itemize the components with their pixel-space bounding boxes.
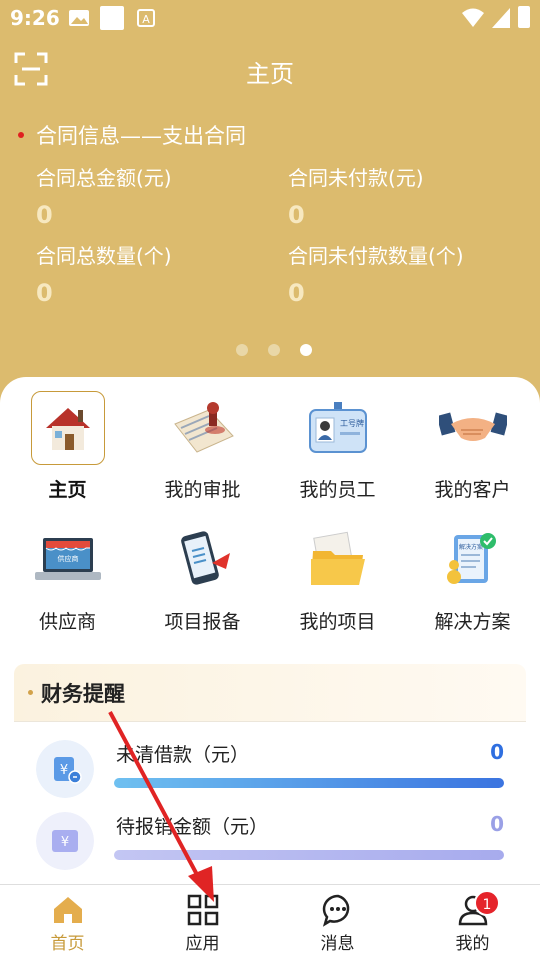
grid-label: 我的审批: [164, 479, 241, 501]
grid-label: 我的项目: [299, 611, 376, 633]
stat-unpaid-count: 合同未付款数量(个) 0: [288, 240, 464, 307]
finance-reminder-card: 财务提醒 ¥ 未清借款（元） 0 ¥ 待报销金额（元） 0: [14, 664, 526, 886]
grid-item-customers[interactable]: 我的客户: [405, 391, 540, 502]
grid-item-approval[interactable]: 我的审批: [135, 391, 270, 502]
wifi-icon: [462, 8, 484, 27]
grid-label: 解决方案: [434, 611, 511, 633]
carousel-indicator: [236, 344, 312, 356]
status-bar: 9:26 A: [0, 0, 540, 36]
notification-square-icon: [100, 6, 124, 30]
status-time: 9:26: [10, 6, 60, 30]
reimburse-progress-bar: [114, 850, 504, 860]
grid-label: 我的员工: [299, 479, 376, 501]
employee-badge-icon: 工号牌: [301, 391, 375, 465]
grid-item-solutions[interactable]: 解决方案 解决方案: [405, 523, 540, 634]
loan-progress-bar: [114, 778, 504, 788]
phone-report-icon: [166, 523, 240, 597]
tab-apps[interactable]: 应用: [135, 893, 270, 954]
carousel-dot[interactable]: [268, 344, 280, 356]
stat-total-count: 合同总数量(个) 0: [36, 240, 172, 307]
apps-grid-icon: [187, 894, 218, 926]
bullet-dot: [18, 132, 24, 138]
folder-icon: [301, 523, 375, 597]
grid-label: 我的客户: [434, 479, 511, 501]
contract-title-text: 合同信息——支出合同: [36, 124, 246, 148]
tab-label: 我的: [455, 934, 490, 954]
tab-label: 应用: [185, 934, 220, 954]
grid-label: 主页: [48, 479, 87, 501]
bullet-dot: [28, 690, 33, 695]
stat-label: 合同未付款(元): [288, 166, 424, 190]
finance-header: 财务提醒: [14, 664, 526, 722]
finance-value: 0: [490, 812, 504, 836]
notification-badge: 1: [474, 890, 500, 916]
tab-label: 消息: [320, 934, 355, 954]
grid-item-my-projects[interactable]: 我的项目: [270, 523, 405, 634]
stat-label: 合同未付款数量(个): [288, 244, 464, 268]
bottom-tab-bar: 首页 应用 消息 我的: [0, 884, 540, 960]
reimburse-icon: ¥: [36, 812, 94, 870]
carousel-dot[interactable]: [236, 344, 248, 356]
carousel-dot-active[interactable]: [300, 344, 312, 356]
finance-row-loan[interactable]: ¥ 未清借款（元） 0: [14, 734, 526, 804]
svg-text:¥: ¥: [60, 763, 68, 778]
svg-text:解决方案: 解决方案: [458, 543, 482, 551]
grid-item-suppliers[interactable]: 供应商 供应商: [0, 523, 135, 634]
finance-label: 未清借款（元）: [116, 744, 250, 766]
keyboard-a-icon: A: [137, 9, 155, 27]
grid-label: 项目报备: [164, 611, 241, 633]
stat-label: 合同总金额(元): [36, 166, 172, 190]
stat-unpaid-amount: 合同未付款(元) 0: [288, 162, 424, 229]
tab-messages[interactable]: 消息: [270, 893, 405, 954]
home-icon: [53, 897, 82, 923]
signal-icon: [492, 8, 510, 28]
contract-section-title: 合同信息——支出合同: [18, 120, 246, 150]
stat-value: 0: [36, 201, 53, 229]
laptop-shop-icon: 供应商: [31, 523, 105, 597]
house-icon: [30, 391, 105, 465]
finance-row-reimburse[interactable]: ¥ 待报销金额（元） 0: [14, 806, 526, 876]
gallery-icon: [69, 10, 89, 26]
finance-label: 待报销金额（元）: [116, 816, 269, 838]
stat-value: 0: [288, 279, 305, 307]
tab-label: 首页: [50, 934, 85, 954]
stat-value: 0: [288, 201, 305, 229]
approval-stamp-icon: [166, 391, 240, 465]
stat-label: 合同总数量(个): [36, 244, 172, 268]
app-grid-panel: 主页 我的审批 工号牌 我的员工 我的客户 供应商 供应商 项目报备 我的项目 …: [0, 377, 540, 643]
tab-home[interactable]: 首页: [0, 893, 135, 954]
grid-item-project-report[interactable]: 项目报备: [135, 523, 270, 634]
stat-total-amount: 合同总金额(元) 0: [36, 162, 172, 229]
grid-label: 供应商: [38, 611, 96, 633]
handshake-icon: [436, 391, 510, 465]
svg-text:工号牌: 工号牌: [340, 418, 364, 428]
loan-icon: ¥: [36, 740, 94, 798]
tab-profile[interactable]: 我的: [405, 893, 540, 954]
finance-value: 0: [490, 740, 504, 764]
svg-text:¥: ¥: [61, 835, 69, 850]
stat-value: 0: [36, 279, 53, 307]
grid-item-employees[interactable]: 工号牌 我的员工: [270, 391, 405, 502]
svg-text:供应商: 供应商: [57, 554, 78, 563]
battery-icon: [518, 6, 530, 28]
finance-title: 财务提醒: [41, 681, 125, 706]
solution-clipboard-icon: 解决方案: [436, 523, 510, 597]
page-title: 主页: [246, 60, 294, 88]
message-icon: [322, 894, 349, 927]
svg-text:A: A: [142, 13, 150, 26]
grid-item-home[interactable]: 主页: [0, 391, 135, 502]
